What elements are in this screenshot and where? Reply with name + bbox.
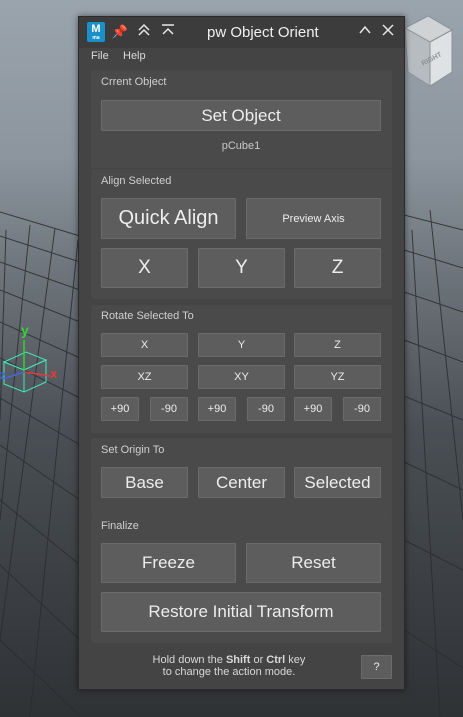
rotate-xz-button[interactable]: XZ <box>101 365 188 389</box>
axis-x-label: x <box>50 366 58 381</box>
hint-shift-key: Shift <box>225 654 251 666</box>
rotate-selected-label: Rotate Selected To <box>101 310 194 322</box>
rotate-z-button[interactable]: Z <box>294 333 381 357</box>
set-object-button[interactable]: Set Object <box>101 100 381 131</box>
freeze-button[interactable]: Freeze <box>101 543 236 583</box>
current-object-section: Crrent Object Set Object pCube1 <box>91 70 392 168</box>
restore-initial-transform-button[interactable]: Restore Initial Transform <box>101 592 381 632</box>
hint-or: or <box>250 654 267 666</box>
footer-hint-line1: Hold down the Shift or Ctrl key <box>79 654 379 666</box>
rotate-z-minus90-button[interactable]: -90 <box>343 397 381 421</box>
rotate-y-button[interactable]: Y <box>198 333 285 357</box>
rotate-x-plus90-button[interactable]: +90 <box>101 397 139 421</box>
axis-y-label: y <box>21 322 29 338</box>
align-x-button[interactable]: X <box>101 248 188 288</box>
set-origin-label: Set Origin To <box>101 444 165 456</box>
align-y-button[interactable]: Y <box>198 248 285 288</box>
footer-hint-line2: to change the action mode. <box>162 666 296 678</box>
rotate-selected-section: Rotate Selected To X Y Z XZ XY YZ +90 -9… <box>91 305 392 433</box>
footer-hint: Hold down the Shift or Ctrl key to chang… <box>79 654 379 678</box>
rotate-y-minus90-button[interactable]: -90 <box>247 397 285 421</box>
origin-selected-button[interactable]: Selected <box>294 467 381 498</box>
finalize-section: Finalize Freeze Reset Restore Initial Tr… <box>91 515 392 643</box>
help-button[interactable]: ? <box>361 655 392 679</box>
current-object-value: pCube1 <box>221 140 261 152</box>
menu-help[interactable]: Help <box>123 50 146 62</box>
rotate-x-button[interactable]: X <box>101 333 188 357</box>
align-selected-label: Align Selected <box>101 175 172 187</box>
set-origin-section: Set Origin To Base Center Selected <box>91 438 392 515</box>
window-title: pw Object Orient <box>207 24 319 41</box>
rotate-x-minus90-button[interactable]: -90 <box>150 397 188 421</box>
maya-logo-letter: M <box>91 23 101 35</box>
hint-suffix: key <box>285 654 306 666</box>
origin-center-button[interactable]: Center <box>198 467 285 498</box>
axis-z-label: z <box>0 368 6 382</box>
current-object-label: Crrent Object <box>101 76 167 88</box>
object-orient-window: M ma 📌 pw Object Orient File Help Crrent… <box>78 16 405 690</box>
hint-prefix: Hold down the <box>152 654 226 666</box>
align-z-button[interactable]: Z <box>294 248 381 288</box>
origin-base-button[interactable]: Base <box>101 467 188 498</box>
reset-button[interactable]: Reset <box>246 543 381 583</box>
finalize-label: Finalize <box>101 520 139 532</box>
hint-ctrl-key: Ctrl <box>266 654 286 666</box>
preview-axis-button[interactable]: Preview Axis <box>246 198 381 239</box>
align-selected-section: Align Selected Quick Align Preview Axis … <box>91 169 392 299</box>
close-icon[interactable] <box>379 23 397 41</box>
collapse-up-icon[interactable] <box>135 23 153 41</box>
rotate-xy-button[interactable]: XY <box>198 365 285 389</box>
maya-logo-caption: ma <box>92 35 100 41</box>
pin-icon[interactable]: 📌 <box>111 23 129 41</box>
rotate-yz-button[interactable]: YZ <box>294 365 381 389</box>
menu-file[interactable]: File <box>91 50 109 62</box>
roll-up-icon[interactable] <box>159 23 177 41</box>
maya-logo-icon: M ma <box>87 22 105 42</box>
menu-bar: File Help <box>79 48 404 66</box>
rotate-z-plus90-button[interactable]: +90 <box>294 397 332 421</box>
quick-align-button[interactable]: Quick Align <box>101 198 236 239</box>
title-bar[interactable]: M ma 📌 pw Object Orient <box>79 17 404 48</box>
minimize-chevron-icon[interactable] <box>356 23 374 41</box>
rotate-y-plus90-button[interactable]: +90 <box>198 397 236 421</box>
view-cube[interactable] <box>403 15 454 87</box>
